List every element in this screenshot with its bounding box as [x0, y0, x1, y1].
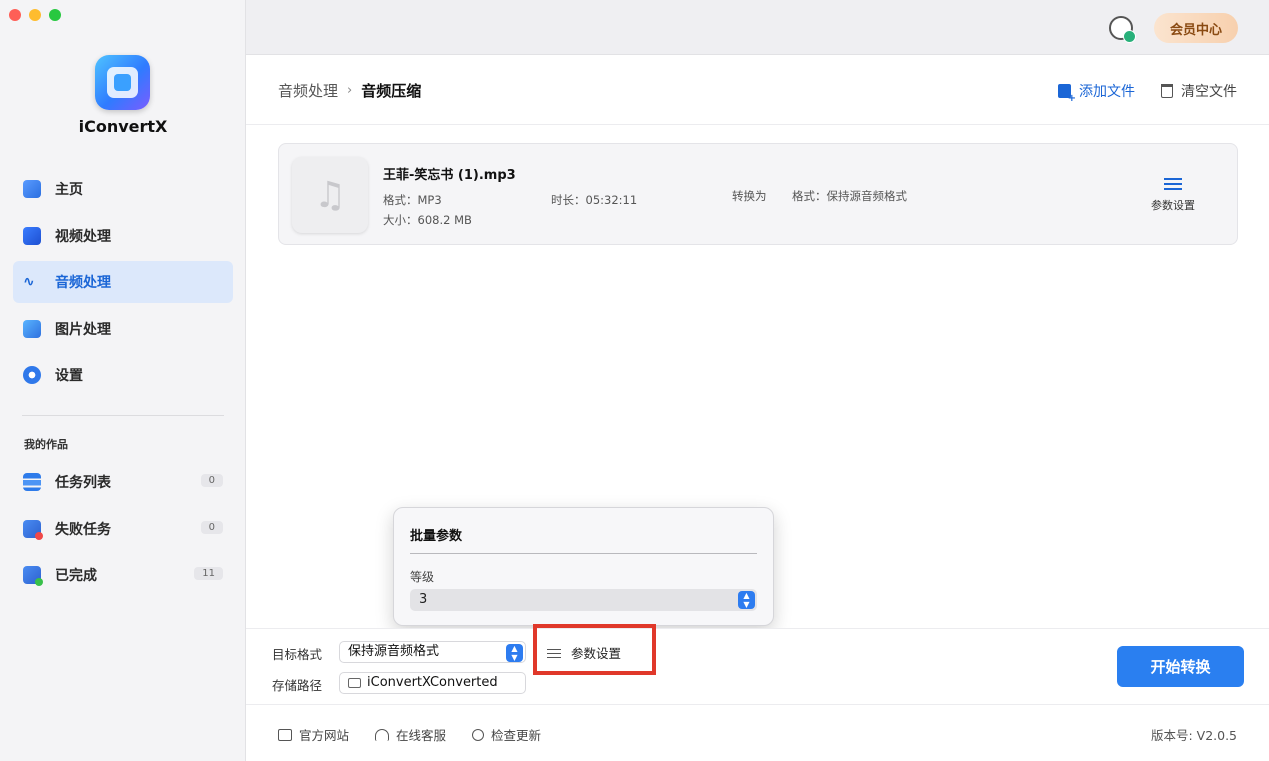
add-file-button[interactable]: 添加文件 [1058, 81, 1135, 104]
book-icon [278, 728, 292, 741]
file-size: 大小：608.2 MB [383, 213, 472, 227]
target-format-label: 目标格式 [272, 647, 323, 662]
sidebar-item-settings[interactable]: 设置 [13, 354, 233, 396]
count-badge: 0 [200, 474, 223, 487]
header-actions: 添加文件 清空文件 [1058, 81, 1237, 104]
footer: 官方网站 在线客服 检查更新 版本号: V2.0.5 [246, 705, 1269, 761]
sidebar-item-audio[interactable]: ∿ 音频处理 [13, 261, 233, 303]
breadcrumb-separator: › [347, 83, 353, 98]
folder-icon [348, 678, 361, 688]
top-bar: 会员中心 [246, 0, 1269, 55]
select-stepper-icon: ▲ ▼ [738, 591, 755, 609]
audio-wave-icon: ∿ [23, 274, 35, 290]
sidebar-item-task-list[interactable]: 任务列表 0 [13, 461, 233, 503]
image-icon [23, 319, 41, 338]
sidebar-item-label: 图片处理 [55, 321, 111, 338]
breadcrumb: 音频处理 › 音频压缩 [278, 80, 421, 101]
save-path-label: 存储路径 [272, 678, 323, 693]
sidebar-item-label: 任务列表 [55, 475, 111, 491]
check-update-label: 检查更新 [491, 728, 542, 743]
official-website-label: 官方网站 [299, 728, 350, 743]
window-controls [9, 9, 61, 21]
sidebar-item-label: 失败任务 [55, 521, 111, 538]
sidebar-item-failed-tasks[interactable]: 失败任务 0 [13, 508, 233, 550]
app-name: iConvertX [78, 117, 168, 136]
level-label: 等级 [410, 570, 435, 584]
file-params-label: 参数设置 [1151, 199, 1195, 212]
add-file-icon [1058, 84, 1076, 104]
close-window-button[interactable] [9, 9, 21, 21]
completed-icon [23, 566, 43, 586]
clear-files-label: 清空文件 [1181, 84, 1237, 100]
online-support-label: 在线客服 [396, 728, 447, 743]
page-title: 音频压缩 [361, 82, 422, 100]
main-nav: 主页 视频处理 ∿ 音频处理 图片处理 设置 [13, 168, 233, 401]
footer-links: 官方网站 在线客服 检查更新 [278, 725, 541, 744]
file-item-card[interactable]: ♫ 王菲-笑忘书 (1).mp3 格式：MP3 大小：608.2 MB 时长：0… [278, 143, 1238, 245]
version-label: 版本号: V2.0.5 [1150, 728, 1237, 743]
sidebar: iConvertX 主页 视频处理 ∿ 音频处理 图片处理 设置 我的作品 任务… [0, 0, 246, 761]
batch-params-label: 参数设置 [571, 646, 622, 661]
task-list-icon [23, 473, 41, 491]
sidebar-item-video[interactable]: 视频处理 [13, 215, 233, 257]
file-duration: 时长：05:32:11 [551, 193, 638, 207]
sidebar-item-label: 设置 [55, 368, 83, 384]
online-support-link[interactable]: 在线客服 [375, 725, 446, 744]
batch-params-button[interactable]: 参数设置 [547, 643, 621, 662]
save-path-field[interactable]: iConvertXConverted [339, 672, 526, 694]
select-stepper-icon: ▲ ▼ [506, 644, 523, 662]
sliders-icon [1164, 177, 1182, 191]
member-center-button[interactable]: 会员中心 [1153, 13, 1238, 43]
video-icon [23, 226, 41, 245]
breadcrumb-parent[interactable]: 音频处理 [278, 80, 338, 101]
batch-params-popover: 批量参数 等级 3 ▲ ▼ [393, 507, 774, 626]
works-section-label: 我的作品 [24, 438, 68, 451]
target-format-select[interactable]: 保持源音频格式 ▲ ▼ [339, 641, 526, 663]
zoom-window-button[interactable] [49, 9, 61, 21]
sidebar-item-home[interactable]: 主页 [13, 168, 233, 210]
check-update-link[interactable]: 检查更新 [472, 725, 541, 744]
sidebar-item-label: 主页 [55, 182, 83, 198]
sidebar-divider [22, 415, 224, 416]
minimize-window-button[interactable] [29, 9, 41, 21]
target-format-value: 保持源音频格式 [348, 644, 440, 659]
count-badge: 0 [200, 520, 223, 534]
music-note-icon: ♫ [292, 157, 368, 233]
file-params-button[interactable]: 参数设置 [1151, 177, 1195, 213]
main-header: 音频处理 › 音频压缩 添加文件 清空文件 [246, 55, 1269, 125]
sidebar-item-completed[interactable]: 已完成 11 [13, 554, 233, 596]
user-avatar[interactable] [1109, 16, 1136, 43]
sidebar-item-label: 已完成 [55, 568, 97, 584]
count-badge: 11 [194, 567, 223, 580]
refresh-icon [472, 728, 485, 741]
app-logo-icon [95, 55, 150, 110]
file-name: 王菲-笑忘书 (1).mp3 [383, 168, 516, 183]
level-select[interactable]: 3 ▲ ▼ [410, 589, 757, 611]
start-convert-button[interactable]: 开始转换 [1117, 646, 1244, 687]
sidebar-item-label: 音频处理 [55, 275, 111, 291]
sidebar-item-label: 视频处理 [55, 228, 111, 245]
gear-icon [23, 366, 41, 384]
trash-icon [1161, 84, 1173, 98]
official-website-link[interactable]: 官方网站 [278, 725, 349, 744]
save-path-value: iConvertXConverted [367, 675, 498, 690]
popover-title: 批量参数 [410, 529, 463, 544]
target-format-info: 格式：保持源音频格式 [792, 189, 907, 203]
sliders-icon [547, 648, 561, 658]
level-value: 3 [419, 592, 428, 607]
sidebar-item-image[interactable]: 图片处理 [13, 308, 233, 350]
add-file-label: 添加文件 [1079, 84, 1135, 100]
file-format: 格式：MP3 [383, 193, 442, 207]
clear-files-button[interactable]: 清空文件 [1161, 81, 1237, 101]
bottom-panel: 目标格式 保持源音频格式 ▲ ▼ 存储路径 iConvertXConverted … [246, 624, 1269, 705]
popover-divider [410, 553, 757, 554]
headphones-icon [375, 728, 390, 741]
home-icon [23, 180, 41, 198]
convert-to-label: 转换为 [732, 189, 767, 203]
failed-task-icon [23, 519, 43, 540]
works-nav: 任务列表 0 失败任务 0 已完成 11 [13, 461, 233, 601]
